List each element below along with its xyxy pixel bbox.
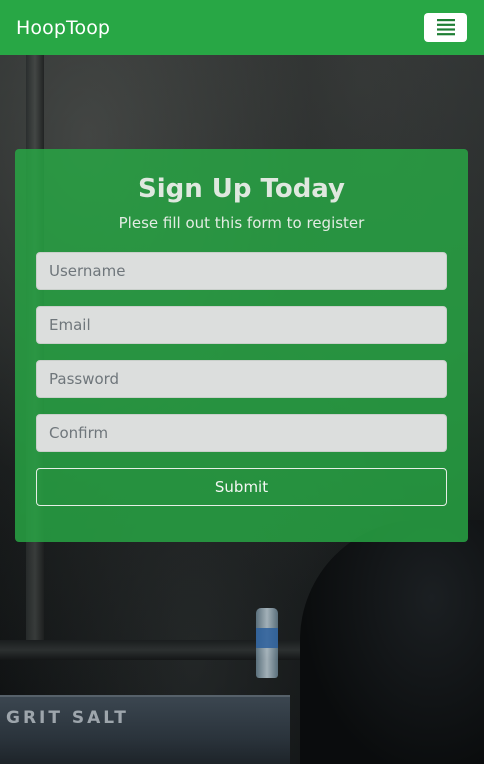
menu-toggle-button[interactable] (424, 13, 467, 42)
signup-subtitle: Plese fill out this form to register (118, 214, 365, 232)
password-input[interactable] (36, 360, 447, 398)
hamburger-menu-icon (436, 19, 455, 36)
submit-button[interactable]: Submit (36, 468, 447, 506)
signup-form: Submit (36, 252, 447, 506)
signup-card: Sign Up Today Plese fill out this form t… (15, 149, 468, 542)
background-person-silhouette (300, 520, 484, 764)
signup-title: Sign Up Today (137, 174, 346, 204)
background-bucket-text: GRIT SALT (6, 708, 129, 728)
background-bucket (0, 695, 290, 764)
username-input[interactable] (36, 252, 447, 290)
confirm-password-input[interactable] (36, 414, 447, 452)
brand-link[interactable]: HoopToop (16, 17, 110, 39)
email-input[interactable] (36, 306, 447, 344)
background-rail (0, 640, 300, 660)
navbar: HoopToop (0, 0, 484, 55)
background-bottle-label (256, 628, 278, 648)
